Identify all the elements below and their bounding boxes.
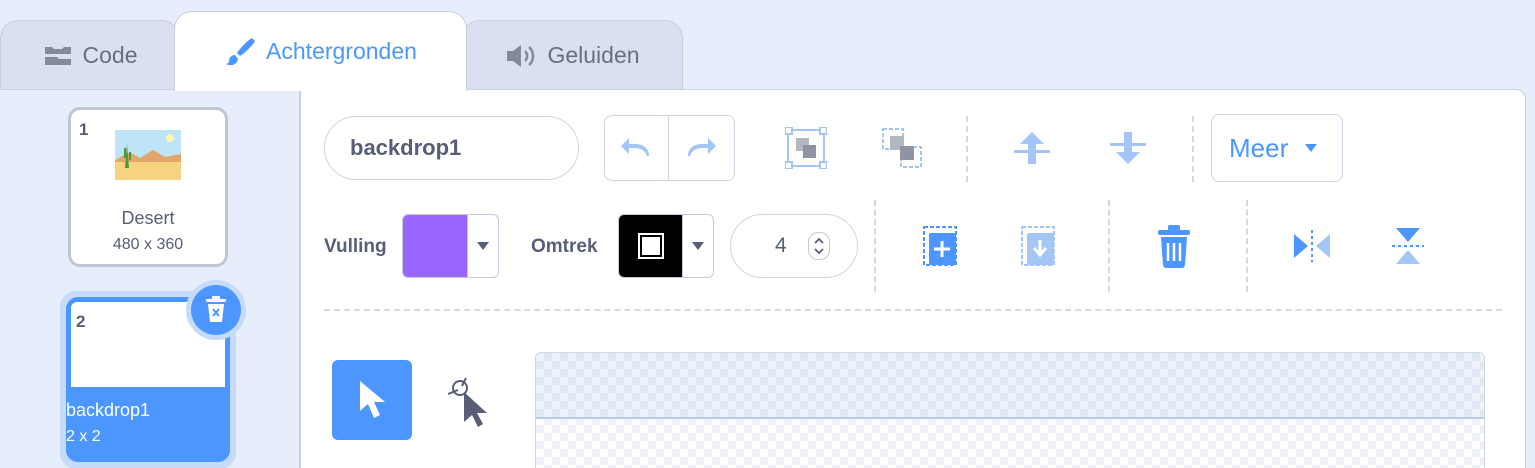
save-file-button[interactable] — [1016, 222, 1060, 270]
code-blocks-icon — [43, 45, 73, 67]
tab-backdrops[interactable]: Achtergronden — [174, 11, 467, 91]
stroke-stepper[interactable] — [808, 232, 830, 260]
undo-button[interactable] — [605, 116, 669, 180]
flip-vertical-button[interactable] — [1384, 222, 1432, 270]
fill-label: Vulling — [324, 236, 387, 257]
trash-icon — [1158, 225, 1190, 268]
forward-button[interactable] — [1008, 124, 1056, 172]
paintbrush-icon — [224, 36, 256, 68]
select-tool[interactable] — [332, 360, 412, 440]
outline-inner — [637, 233, 664, 259]
undo-redo-group — [604, 115, 735, 181]
outline-label: Omtrek — [531, 236, 598, 257]
undo-icon — [621, 138, 650, 156]
toolbar-divider — [1108, 200, 1110, 292]
backdrop-number: 1 — [79, 120, 89, 139]
backdrop-list: 1 Desert 480 x 360 2 backdrop1 2 x 2 — [0, 89, 300, 468]
backdrop-size: 480 x 360 — [112, 236, 184, 253]
group-button[interactable] — [782, 124, 830, 172]
toolbar-divider — [1192, 116, 1194, 182]
reshape-icon — [447, 377, 487, 427]
backdrop-size: 2 x 2 — [66, 428, 101, 445]
fill-color-picker[interactable] — [402, 214, 499, 278]
backdrop-name: backdrop1 — [66, 400, 151, 420]
more-dropdown[interactable]: Meer — [1211, 114, 1343, 182]
toolbar-divider — [966, 116, 968, 182]
flip-horizontal-icon — [1294, 230, 1330, 262]
add-file-icon — [923, 226, 957, 266]
arrow-up-icon — [1014, 132, 1050, 164]
flip-vertical-icon — [1392, 228, 1424, 264]
ungroup-button[interactable] — [878, 124, 926, 172]
redo-button[interactable] — [669, 116, 734, 180]
desert-thumbnail — [115, 130, 181, 180]
cursor-arrow-icon — [360, 381, 385, 418]
toolbar-divider — [874, 200, 876, 292]
stroke-width-value: 4 — [775, 234, 787, 257]
arrow-down-icon — [1110, 132, 1146, 164]
backdrop-number: 2 — [76, 312, 86, 331]
delete-backdrop-button[interactable] — [191, 285, 241, 335]
outline-swatch — [619, 215, 683, 277]
tab-backdrops-label: Achtergronden — [266, 38, 417, 64]
delete-button[interactable] — [1150, 222, 1198, 270]
toolbar-separator — [324, 309, 1502, 311]
fill-caret — [467, 215, 498, 277]
backdrop-name-input[interactable] — [324, 116, 579, 180]
speaker-icon — [505, 43, 537, 69]
more-label: Meer — [1229, 132, 1289, 163]
caret-down-icon — [477, 242, 489, 250]
stepper-arrows-icon — [814, 237, 824, 255]
backdrop-name: Desert — [121, 208, 175, 228]
ungroup-icon — [882, 128, 922, 168]
caret-down-icon — [692, 242, 705, 250]
tab-sounds[interactable]: Geluiden — [462, 20, 683, 90]
group-icon — [785, 127, 827, 169]
outline-color-picker[interactable] — [618, 214, 714, 278]
tab-sounds-label: Geluiden — [547, 42, 640, 68]
canvas-bounds — [536, 353, 1484, 419]
toolbar-divider — [1246, 200, 1248, 292]
add-costume-button[interactable] — [918, 222, 962, 270]
trash-icon — [206, 296, 226, 322]
backward-button[interactable] — [1104, 124, 1152, 172]
redo-icon — [688, 138, 717, 156]
reshape-tool[interactable] — [440, 370, 496, 430]
outline-caret — [682, 215, 713, 277]
fill-swatch — [403, 215, 467, 277]
paint-canvas[interactable] — [535, 352, 1485, 468]
tab-code-label: Code — [82, 42, 138, 68]
tab-code[interactable]: Code — [0, 20, 180, 90]
download-file-icon — [1021, 226, 1055, 266]
backdrop-item-desert[interactable]: 1 Desert 480 x 360 — [68, 107, 228, 267]
flip-horizontal-button[interactable] — [1288, 222, 1336, 270]
caret-down-icon — [1305, 144, 1318, 152]
stroke-width-input[interactable]: 4 — [730, 214, 858, 278]
